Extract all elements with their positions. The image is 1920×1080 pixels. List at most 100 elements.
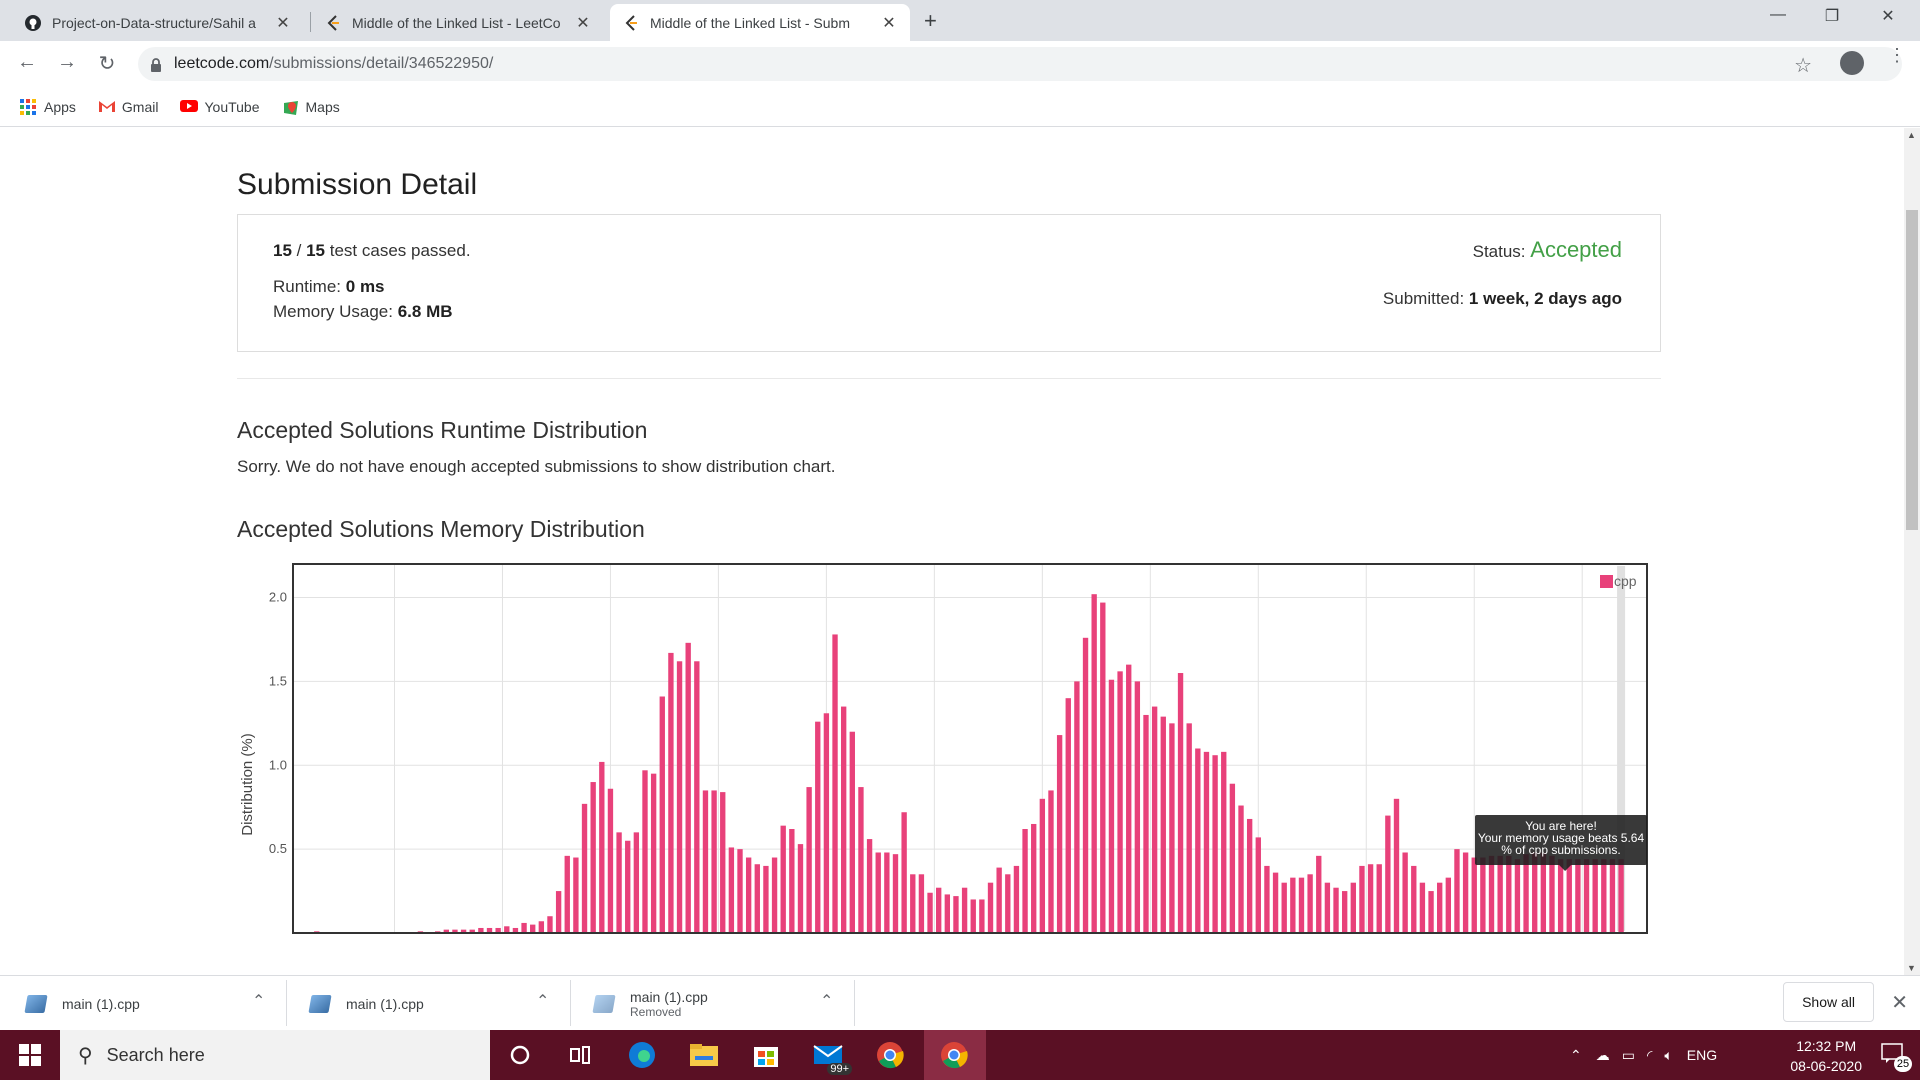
- bookmark-maps[interactable]: Maps: [282, 99, 340, 115]
- chrome-active-icon[interactable]: [938, 1039, 970, 1071]
- language-indicator[interactable]: ENG: [1687, 1047, 1717, 1063]
- distribution-bar: [1471, 857, 1477, 933]
- distribution-bar: [1238, 805, 1244, 933]
- chevron-up-icon[interactable]: ⌃: [1570, 1047, 1582, 1064]
- distribution-bar: [1056, 735, 1063, 933]
- reload-icon[interactable]: ↻: [94, 51, 120, 76]
- windows-taskbar: ⚲ Search here 99+ ⌃ ☁ ▭ ◜ 🔈︎ ENG 12:32 P…: [0, 1030, 1920, 1080]
- forward-arrow-icon[interactable]: →: [54, 51, 80, 74]
- scrollbar-thumb[interactable]: [1906, 210, 1918, 530]
- distribution-bar: [711, 790, 717, 933]
- mail-icon[interactable]: 99+: [812, 1039, 852, 1075]
- distribution-bar: [961, 887, 968, 933]
- legend-swatch: [1600, 575, 1613, 588]
- battery-icon[interactable]: ▭: [1622, 1047, 1635, 1064]
- distribution-bar: [1480, 857, 1486, 933]
- system-tray[interactable]: ⌃ ☁ ▭ ◜ 🔈︎ ENG: [1570, 1030, 1717, 1080]
- minimize-button[interactable]: —: [1756, 6, 1800, 24]
- back-arrow-icon[interactable]: ←: [14, 51, 40, 74]
- tab-leetcode-problem[interactable]: Middle of the Linked List - LeetCo ✕: [312, 4, 604, 41]
- distribution-bar: [521, 922, 527, 933]
- memory-line: Memory Usage: 6.8 MB: [273, 302, 453, 321]
- distribution-bar: [875, 852, 881, 933]
- submission-summary-panel: 15 / 15 test cases passed. Runtime: 0 ms…: [237, 214, 1661, 352]
- distribution-bar: [1005, 874, 1011, 933]
- distribution-bar: [745, 857, 752, 933]
- distribution-bar: [866, 839, 873, 933]
- profile-avatar-icon[interactable]: [1840, 51, 1864, 75]
- close-window-button[interactable]: ✕: [1866, 6, 1910, 26]
- distribution-bar: [970, 899, 976, 933]
- distribution-bar: [1454, 849, 1460, 933]
- close-tab-icon[interactable]: ✕: [274, 13, 292, 33]
- distribution-bar: [642, 770, 648, 933]
- action-center-icon[interactable]: 25: [1880, 1042, 1912, 1072]
- taskbar-search-box[interactable]: ⚲ Search here: [60, 1030, 490, 1080]
- file-explorer-icon[interactable]: [688, 1039, 720, 1071]
- distribution-bar: [1566, 859, 1572, 933]
- distribution-bar: [1290, 877, 1296, 933]
- restore-button[interactable]: ❐: [1810, 6, 1854, 26]
- bookmark-gmail[interactable]: Gmail: [98, 99, 158, 115]
- distribution-bar: [1203, 751, 1210, 933]
- download-item[interactable]: main (1).cpp: [308, 976, 550, 1031]
- distribution-bar: [1082, 637, 1089, 933]
- distribution-bar: [573, 857, 579, 933]
- new-tab-button[interactable]: +: [924, 8, 937, 34]
- memory-distribution-chart[interactable]: 0.51.01.52.06200625063006350640064506500…: [237, 562, 1650, 955]
- distribution-bar: [676, 661, 683, 933]
- distribution-bar: [625, 840, 631, 933]
- download-shelf: main (1).cpp ⌃ main (1).cpp ⌃ main (1).c…: [0, 975, 1920, 1030]
- distribution-bar: [650, 773, 657, 933]
- runtime-distribution-message: Sorry. We do not have enough accepted su…: [237, 457, 836, 476]
- chevron-up-icon[interactable]: ⌃: [252, 991, 265, 1011]
- distribution-bar: [1341, 891, 1348, 933]
- onedrive-cloud-icon[interactable]: ☁: [1596, 1047, 1610, 1064]
- task-view-icon[interactable]: [564, 1039, 596, 1071]
- chrome-icon[interactable]: [874, 1039, 906, 1071]
- browser-tab-strip: Project-on-Data-structure/Sahil a ✕ Midd…: [0, 0, 1920, 41]
- windows-start-icon[interactable]: [0, 1030, 60, 1080]
- taskbar-clock[interactable]: 12:32 PM 08-06-2020: [1790, 1036, 1862, 1076]
- address-bar[interactable]: leetcode.com/submissions/detail/34652295…: [138, 47, 1902, 81]
- distribution-bar: [1497, 855, 1503, 933]
- page-scrollbar[interactable]: ▲ ▼: [1904, 128, 1920, 975]
- distribution-bar: [1393, 798, 1400, 933]
- close-tab-icon[interactable]: ✕: [880, 13, 898, 33]
- distribution-bar: [1488, 855, 1495, 933]
- tab-github[interactable]: Project-on-Data-structure/Sahil a ✕: [12, 4, 304, 41]
- show-all-downloads-button[interactable]: Show all: [1783, 982, 1874, 1022]
- distribution-bar: [1281, 882, 1287, 933]
- bookmark-apps[interactable]: Apps: [20, 98, 76, 115]
- youtube-icon: [180, 99, 199, 115]
- distribution-bar: [694, 661, 700, 933]
- edge-browser-icon[interactable]: [626, 1039, 658, 1071]
- menu-kebab-icon[interactable]: ⋮: [1888, 46, 1906, 64]
- distribution-bar: [1272, 872, 1279, 933]
- cortana-icon[interactable]: [504, 1039, 536, 1071]
- close-shelf-icon[interactable]: ✕: [1891, 990, 1908, 1015]
- volume-icon[interactable]: 🔈︎: [1664, 1047, 1672, 1064]
- distribution-bar: [1134, 681, 1141, 933]
- close-tab-icon[interactable]: ✕: [574, 13, 592, 33]
- bookmark-youtube[interactable]: YouTube: [180, 99, 260, 115]
- distribution-bar: [607, 788, 614, 933]
- distribution-bar: [1575, 859, 1581, 933]
- distribution-bar: [1117, 671, 1123, 933]
- download-item-removed[interactable]: main (1).cpp Removed: [592, 976, 834, 1031]
- submitted-line: Submitted: 1 week, 2 days ago: [1382, 289, 1622, 308]
- distribution-bar: [1229, 783, 1236, 933]
- page-title: Submission Detail: [237, 168, 478, 201]
- distribution-bar: [918, 874, 925, 933]
- distribution-bar: [1402, 852, 1408, 933]
- wifi-icon[interactable]: ◜: [1647, 1047, 1652, 1064]
- bookmarks-bar: Apps Gmail YouTube Maps: [0, 87, 1920, 127]
- microsoft-store-icon[interactable]: [750, 1039, 782, 1071]
- chevron-up-icon[interactable]: ⌃: [820, 991, 833, 1011]
- chevron-up-icon[interactable]: ⌃: [536, 991, 549, 1011]
- bookmark-star-icon[interactable]: ☆: [1794, 53, 1812, 78]
- download-item[interactable]: main (1).cpp: [24, 976, 272, 1031]
- distribution-bar: [685, 642, 691, 933]
- tab-leetcode-submission[interactable]: Middle of the Linked List - Subm ✕: [610, 4, 910, 41]
- distribution-bar: [823, 713, 830, 933]
